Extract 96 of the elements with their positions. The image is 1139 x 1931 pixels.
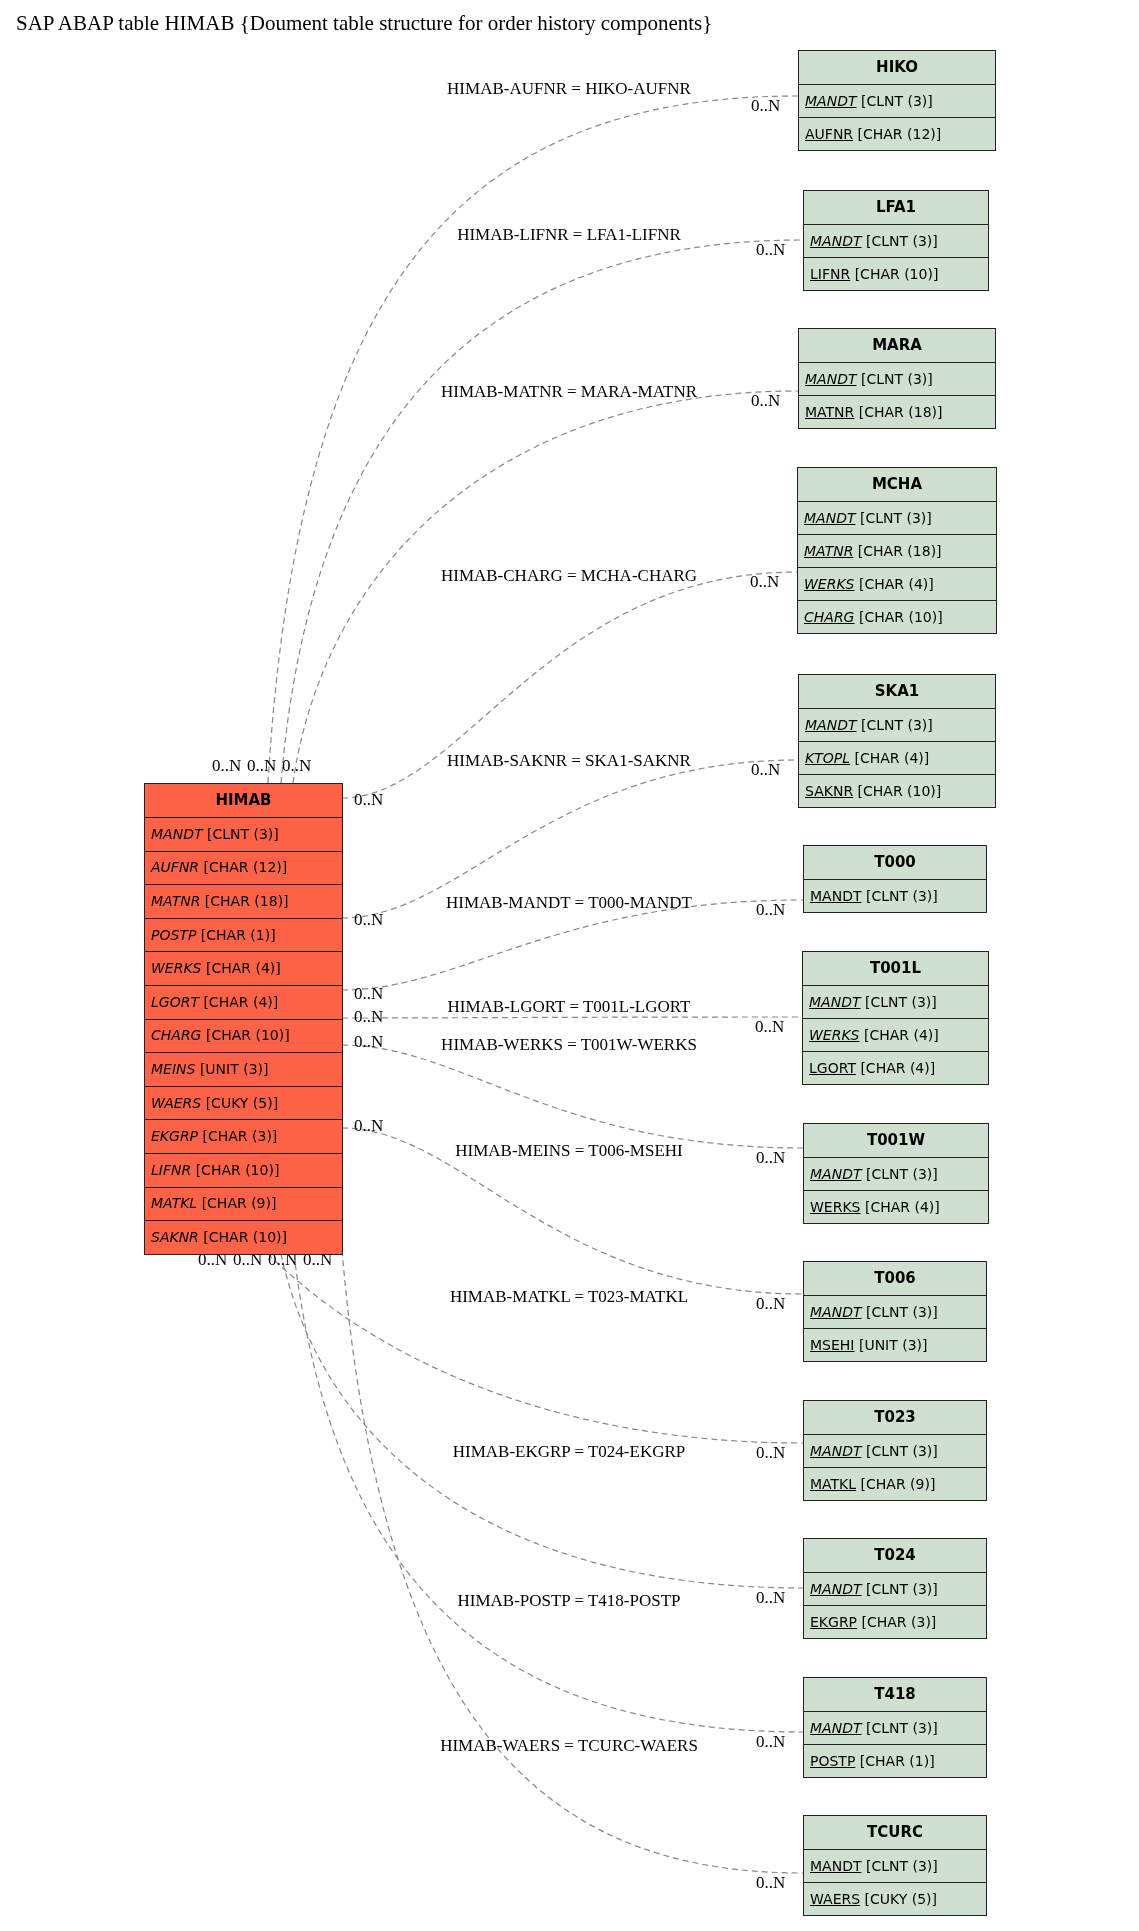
table-field: WERKS [CHAR (4)] <box>804 1190 988 1223</box>
relation-label: HIMAB-WAERS = TCURC-WAERS <box>440 1737 698 1754</box>
cardinality-label: 0..N <box>756 241 786 258</box>
table-field: LGORT [CHAR (4)] <box>803 1051 988 1084</box>
table-field: MANDT [CLNT (3)] <box>803 985 988 1018</box>
table-field: MANDT [CLNT (3)] <box>804 224 988 257</box>
relation-label: HIMAB-LIFNR = LFA1-LIFNR <box>457 226 681 243</box>
cardinality-label: 0..N <box>756 1589 786 1606</box>
table-name: TCURC <box>866 1822 924 1844</box>
table-field: MANDT [CLNT (3)] <box>804 1295 986 1328</box>
cardinality-label: 0..N <box>247 757 277 774</box>
cardinality-label: 0..N <box>755 1018 785 1035</box>
table-field: KTOPL [CHAR (4)] <box>799 741 995 774</box>
table-field: MATNR [CHAR (18)] <box>799 395 995 428</box>
cardinality-label: 0..N <box>756 1149 786 1166</box>
cardinality-label: 0..N <box>751 392 781 409</box>
relation-label: HIMAB-POSTP = T418-POSTP <box>457 1592 681 1609</box>
cardinality-label: 0..N <box>750 573 780 590</box>
table-field: MANDT [CLNT (3)] <box>145 817 342 851</box>
cardinality-label: 0..N <box>354 911 384 928</box>
cardinality-label: 0..N <box>354 791 384 808</box>
table-field: SAKNR [CHAR (10)] <box>799 774 995 807</box>
table-field: WERKS [CHAR (4)] <box>798 567 996 600</box>
table-field: LIFNR [CHAR (10)] <box>804 257 988 290</box>
table-field: LGORT [CHAR (4)] <box>145 984 342 1019</box>
diagram-title: SAP ABAP table HIMAB {Doument table structure for order history components} <box>16 10 713 37</box>
table-field: CHARG [CHAR (10)] <box>798 600 996 633</box>
cardinality-label: 0..N <box>282 757 312 774</box>
cardinality-label: 0..N <box>233 1251 263 1268</box>
relation-label: HIMAB-AUFNR = HIKO-AUFNR <box>447 80 691 97</box>
relation-label: HIMAB-MEINS = T006-MSEHI <box>455 1142 683 1159</box>
table-field: WAERS [CUKY (5)] <box>804 1882 986 1915</box>
relation-label: HIMAB-MATKL = T023-MATKL <box>449 1288 689 1305</box>
cardinality-label: 0..N <box>354 1033 384 1050</box>
relation-label: HIMAB-LGORT = T001L-LGORT <box>447 998 691 1015</box>
table-field: MANDT [CLNT (3)] <box>804 1849 986 1882</box>
table-field: MEINS [UNIT (3)] <box>145 1052 342 1086</box>
relation-label: HIMAB-MANDT = T000-MANDT <box>446 894 692 911</box>
table-name: T418 <box>873 1684 917 1706</box>
table-name: MCHA <box>870 474 924 496</box>
cardinality-label: 0..N <box>751 97 781 114</box>
table-name: T001W <box>865 1130 927 1152</box>
table-field: WERKS [CHAR (4)] <box>145 951 342 985</box>
table-field: AUFNR [CHAR (12)] <box>799 117 995 150</box>
table-name: T000 <box>873 852 917 874</box>
table-field: POSTP [CHAR (1)] <box>145 917 342 952</box>
cardinality-label: 0..N <box>751 761 781 778</box>
table-field: MANDT [CLNT (3)] <box>798 501 996 534</box>
table-field: MANDT [CLNT (3)] <box>804 1434 986 1467</box>
table-field: SAKNR [CHAR (10)] <box>145 1220 342 1254</box>
cardinality-label: 0..N <box>354 1008 384 1025</box>
table-field: EKGRP [CHAR (3)] <box>145 1119 342 1153</box>
table-name: HIKO <box>875 57 919 79</box>
table-field: MSEHI [UNIT (3)] <box>804 1328 986 1361</box>
table-field: WAERS [CUKY (5)] <box>145 1085 342 1120</box>
table-field: CHARG [CHAR (10)] <box>145 1018 342 1053</box>
table-field: MANDT [CLNT (3)] <box>799 362 995 395</box>
cardinality-label: 0..N <box>354 1117 384 1134</box>
cardinality-label: 0..N <box>198 1251 228 1268</box>
table-name: T023 <box>873 1407 917 1429</box>
table-field: AUFNR [CHAR (12)] <box>145 850 342 885</box>
table-field: LIFNR [CHAR (10)] <box>145 1152 342 1187</box>
cardinality-label: 0..N <box>354 985 384 1002</box>
table-field: MATNR [CHAR (18)] <box>145 884 342 918</box>
cardinality-label: 0..N <box>303 1251 333 1268</box>
table-field: WERKS [CHAR (4)] <box>803 1018 988 1051</box>
relation-label: HIMAB-CHARG = MCHA-CHARG <box>440 567 698 584</box>
cardinality-label: 0..N <box>756 901 786 918</box>
table-field: MATNR [CHAR (18)] <box>798 534 996 567</box>
cardinality-label: 0..N <box>756 1295 786 1312</box>
relation-label: HIMAB-EKGRP = T024-EKGRP <box>452 1443 686 1460</box>
table-field: MANDT [CLNT (3)] <box>804 879 986 912</box>
table-name: SKA1 <box>873 681 921 703</box>
cardinality-label: 0..N <box>756 1874 786 1891</box>
table-name: MARA <box>871 335 923 357</box>
relation-label: HIMAB-WERKS = T001W-WERKS <box>441 1036 697 1053</box>
relation-label: HIMAB-SAKNR = SKA1-SAKNR <box>447 752 691 769</box>
table-field: MANDT [CLNT (3)] <box>804 1572 986 1605</box>
table-name: T006 <box>873 1268 917 1290</box>
table-name: T024 <box>873 1545 917 1567</box>
table-field: MATKL [CHAR (9)] <box>145 1186 342 1221</box>
table-field: MANDT [CLNT (3)] <box>804 1711 986 1744</box>
table-field: MANDT [CLNT (3)] <box>799 708 995 741</box>
cardinality-label: 0..N <box>212 757 242 774</box>
table-field: MANDT [CLNT (3)] <box>804 1157 988 1190</box>
table-name: LFA1 <box>874 197 918 219</box>
cardinality-label: 0..N <box>756 1444 786 1461</box>
cardinality-label: 0..N <box>756 1733 786 1750</box>
relation-label: HIMAB-MATNR = MARA-MATNR <box>440 383 698 400</box>
table-field: EKGRP [CHAR (3)] <box>804 1605 986 1638</box>
table-field: POSTP [CHAR (1)] <box>804 1744 986 1777</box>
table-name: T001L <box>868 958 923 980</box>
table-field: MATKL [CHAR (9)] <box>804 1467 986 1500</box>
table-field: MANDT [CLNT (3)] <box>799 84 995 117</box>
cardinality-label: 0..N <box>268 1251 298 1268</box>
table-name: HIMAB <box>214 790 273 812</box>
